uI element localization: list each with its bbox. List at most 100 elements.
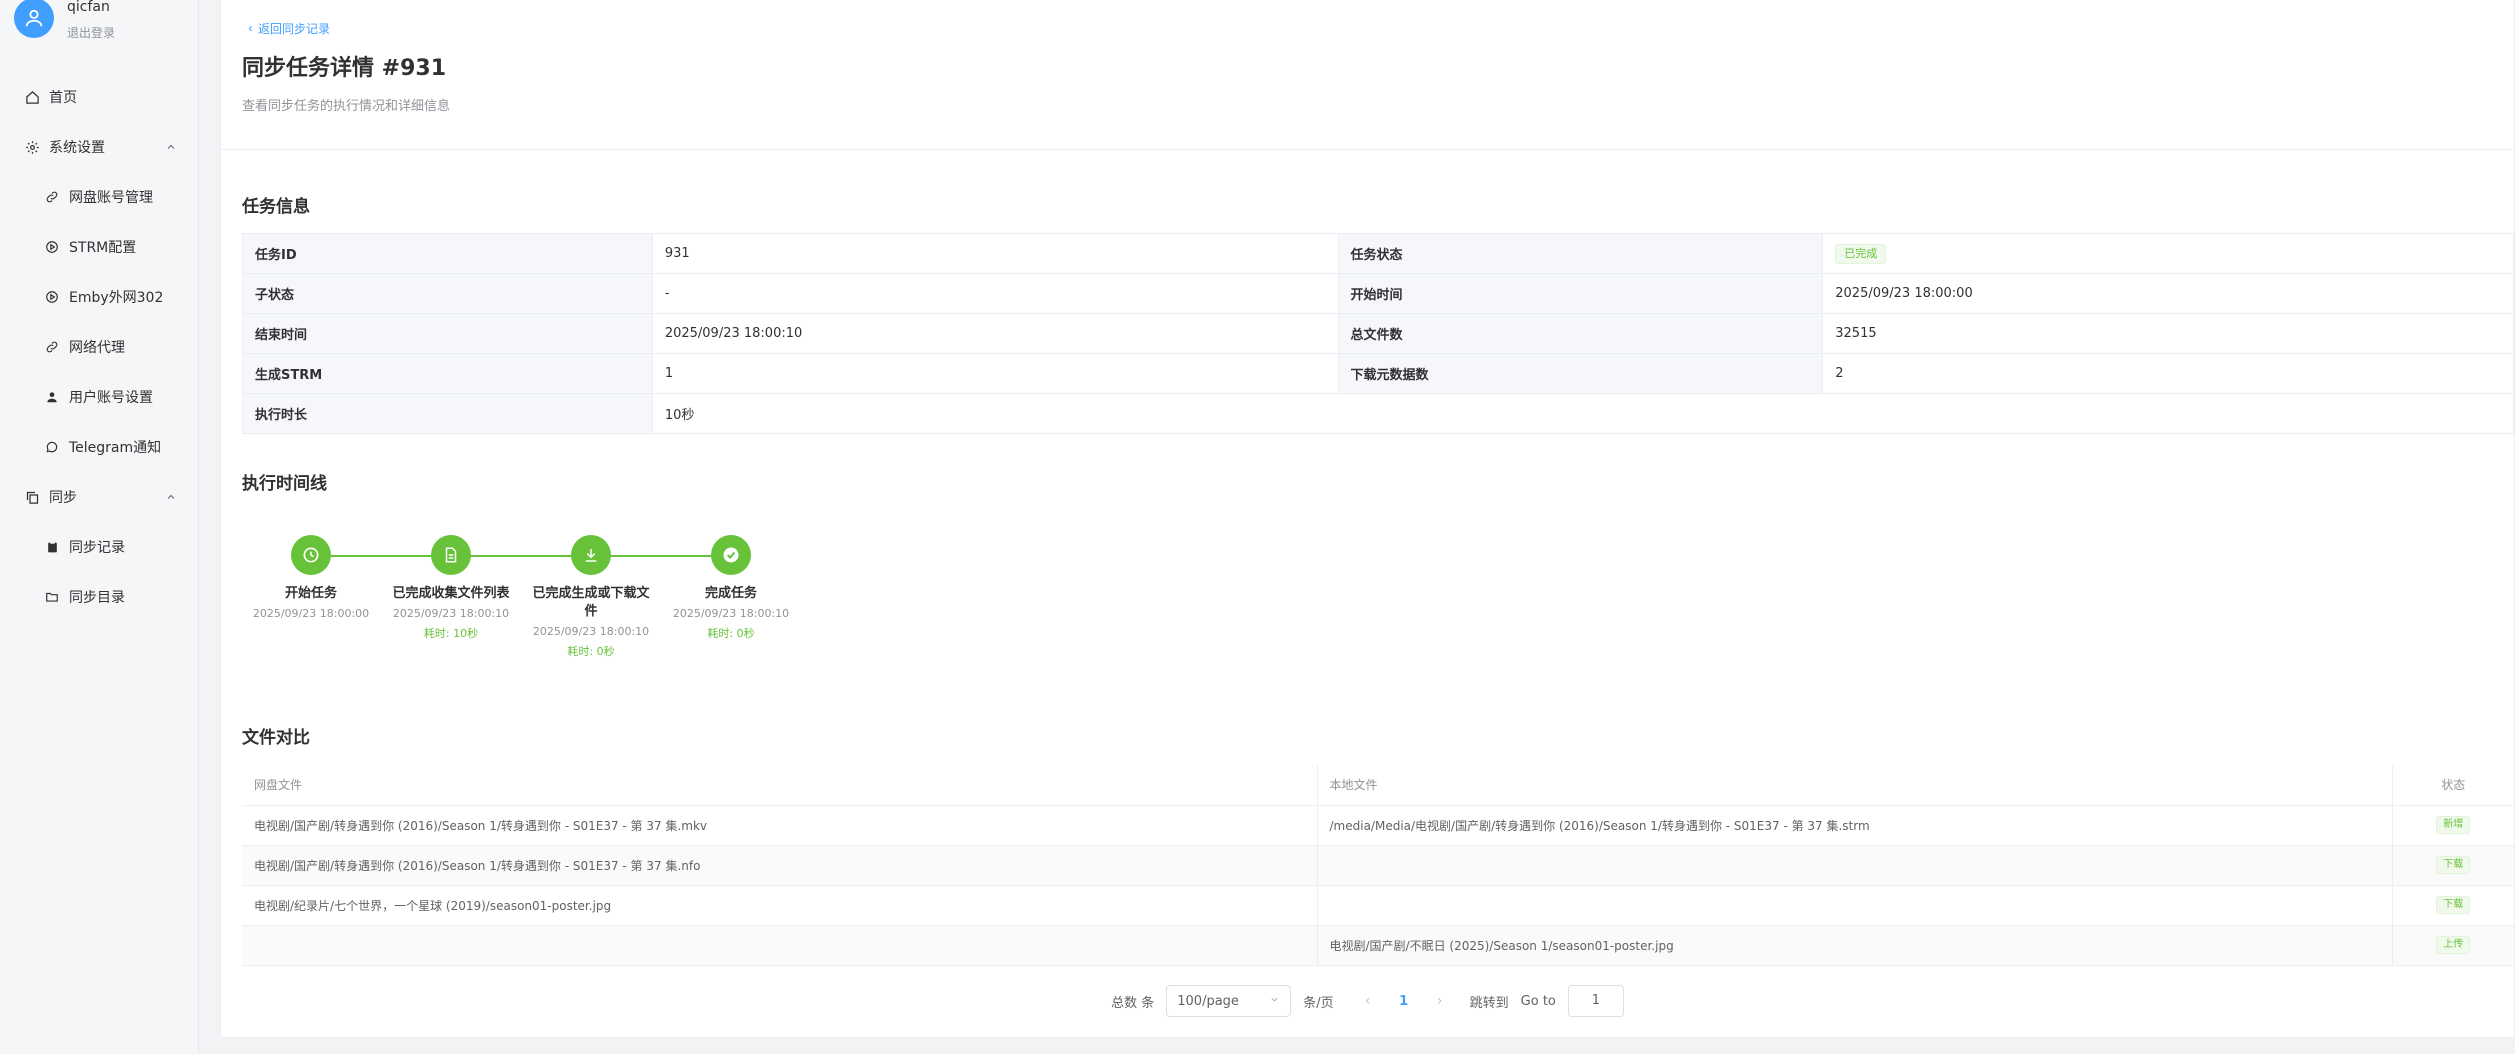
page-size-value: 100/page: [1177, 993, 1239, 1009]
status-cell: 下载: [2392, 885, 2514, 926]
info-row: 生成STRM 1 下载元数据数 2: [242, 353, 2514, 394]
avatar[interactable]: [14, 0, 54, 38]
task-id-label: 任务ID: [242, 233, 653, 274]
local-file-cell: [1317, 885, 2393, 926]
clipboard-icon: [44, 539, 60, 555]
timeline-step: 已完成生成或下载文件 2025/09/23 18:00:10 耗时: 0秒: [531, 535, 651, 659]
table-header-row: 网盘文件 本地文件 状态: [242, 765, 2514, 806]
sidebar-item-settings[interactable]: 系统设置: [0, 122, 199, 172]
local-file-cell: 电视剧/国产剧/不眠日 (2025)/Season 1/season01-pos…: [1317, 925, 2393, 966]
sidebar-item-label: 同步: [49, 490, 77, 506]
sidebar-item-cloud-accounts[interactable]: 网盘账号管理: [0, 172, 199, 222]
timeline-step-time: 2025/09/23 18:00:10: [672, 607, 790, 620]
folder-icon: [44, 589, 60, 605]
document-icon: [431, 535, 471, 575]
status-badge: 已完成: [1835, 243, 1887, 264]
table-row: 电视剧/纪录片/七个世界，一个星球 (2019)/season01-poster…: [242, 885, 2514, 926]
remote-file-cell: 电视剧/国产剧/转身遇到你 (2016)/Season 1/转身遇到你 - S0…: [242, 805, 1318, 846]
remote-file-cell: [242, 925, 1318, 966]
local-file-cell: [1317, 845, 2393, 886]
gear-icon: [24, 139, 40, 155]
chevron-down-icon: [1269, 994, 1280, 1009]
per-page-label: 条/页: [1303, 995, 1334, 1011]
back-link[interactable]: 返回同步记录: [246, 20, 330, 37]
timeline-step-time: 2025/09/23 18:00:10: [532, 625, 650, 638]
clock-icon: [291, 535, 331, 575]
play-circle-icon: [44, 289, 60, 305]
task-id-value: 931: [651, 233, 1339, 274]
meta-count-value: 2: [1822, 353, 2514, 394]
timeline-step-name: 开始任务: [284, 586, 337, 601]
sidebar-item-sync-dirs[interactable]: 同步目录: [0, 572, 199, 622]
sidebar-item-label: 同步记录: [69, 540, 125, 556]
home-icon: [24, 89, 40, 105]
section-title-timeline: 执行时间线: [242, 474, 327, 494]
column-header-local: 本地文件: [1317, 765, 2393, 806]
sidebar-item-telegram[interactable]: Telegram通知: [0, 422, 199, 472]
info-row: 子状态 - 开始时间 2025/09/23 18:00:00: [242, 273, 2514, 314]
end-time-label: 结束时间: [242, 313, 653, 354]
sidebar-item-user-settings[interactable]: 用户账号设置: [0, 372, 199, 422]
chat-icon: [44, 439, 60, 455]
remote-file-cell: 电视剧/国产剧/转身遇到你 (2016)/Season 1/转身遇到你 - S0…: [242, 845, 1318, 886]
page-title: 同步任务详情 #931: [242, 56, 447, 81]
remote-file-cell: 电视剧/纪录片/七个世界，一个星球 (2019)/season01-poster…: [242, 885, 1318, 926]
task-status-label: 任务状态: [1337, 233, 1824, 274]
column-header-status: 状态: [2392, 765, 2514, 806]
goto-label: 跳转到: [1469, 995, 1509, 1011]
start-time-value: 2025/09/23 18:00:00: [1822, 273, 2514, 314]
status-tag: 新增: [2436, 816, 2471, 834]
sidebar-item-label: 网盘账号管理: [69, 190, 153, 206]
copy-icon: [24, 489, 40, 505]
sidebar-item-label: STRM配置: [69, 240, 137, 256]
status-tag: 上传: [2436, 936, 2471, 954]
duration-value: 10秒: [651, 393, 2515, 434]
goto-page-input[interactable]: 1: [1567, 985, 1624, 1017]
user-box: qicfan 退出登录: [14, 0, 115, 42]
sidebar-item-proxy[interactable]: 网络代理: [0, 322, 199, 372]
sidebar-item-emby[interactable]: Emby外网302: [0, 272, 199, 322]
table-row: 电视剧/国产剧/转身遇到你 (2016)/Season 1/转身遇到你 - S0…: [242, 805, 2514, 846]
start-time-label: 开始时间: [1337, 273, 1824, 314]
substatus-label: 子状态: [242, 273, 653, 314]
page-size-select[interactable]: 100/page: [1166, 985, 1292, 1017]
timeline-step-cost: 耗时: 0秒: [707, 627, 755, 640]
timeline-step-cost: 耗时: 10秒: [423, 627, 479, 640]
chevron-left-icon: [246, 24, 255, 33]
timeline-step-time: 2025/09/23 18:00:00: [252, 607, 370, 620]
file-compare-table: 网盘文件 本地文件 状态 电视剧/国产剧/转身遇到你 (2016)/Season…: [242, 765, 2514, 966]
status-cell: 下载: [2392, 845, 2514, 886]
download-icon: [571, 535, 611, 575]
status-cell: 新增: [2392, 805, 2514, 846]
user-avatar-icon: [25, 9, 43, 27]
sidebar-item-label: 网络代理: [69, 340, 125, 356]
chevron-up-icon: [165, 141, 177, 157]
page-number-current[interactable]: 1: [1390, 994, 1418, 1009]
user-icon: [44, 389, 60, 405]
sidebar-item-sync[interactable]: 同步: [0, 472, 199, 522]
table-row: 电视剧/国产剧/转身遇到你 (2016)/Season 1/转身遇到你 - S0…: [242, 845, 2514, 886]
next-page-button[interactable]: ›: [1430, 993, 1450, 1009]
duration-label: 执行时长: [242, 393, 653, 434]
user-meta: qicfan 退出登录: [67, 0, 115, 39]
sidebar-item-sync-records[interactable]: 同步记录: [0, 522, 199, 572]
timeline-step-name: 已完成生成或下载文件: [532, 586, 650, 619]
pagination-total: 总数 条: [1111, 995, 1155, 1011]
pagination: 总数 条 100/page 条/页 ‹ 1 › 跳转到 Go to 1: [221, 985, 2514, 1017]
sidebar-item-home[interactable]: 首页: [0, 72, 199, 122]
play-circle-icon: [44, 239, 60, 255]
info-row: 执行时长 10秒: [242, 393, 2515, 434]
sidebar-item-strm[interactable]: STRM配置: [0, 222, 199, 272]
sidebar: qicfan 退出登录 首页 系统设置 网盘账号管理 STRM配置 Emby外网…: [0, 0, 199, 1054]
logout-link[interactable]: 退出登录: [67, 27, 115, 39]
main-card: 返回同步记录 同步任务详情 #931 查看同步任务的执行情况和详细信息 任务信息…: [220, 0, 2515, 1038]
page-subtitle: 查看同步任务的执行情况和详细信息: [242, 99, 451, 114]
table-row: 电视剧/国产剧/不眠日 (2025)/Season 1/season01-pos…: [242, 925, 2514, 966]
check-circle-icon: [711, 535, 751, 575]
local-file-cell: /media/Media/电视剧/国产剧/转身遇到你 (2016)/Season…: [1317, 805, 2393, 846]
strm-count-label: 生成STRM: [242, 353, 653, 394]
prev-page-button[interactable]: ‹: [1358, 993, 1378, 1009]
timeline-step: 完成任务 2025/09/23 18:00:10 耗时: 0秒: [671, 535, 791, 641]
info-row: 任务ID 931 任务状态 已完成: [242, 233, 2514, 274]
sidebar-item-label: Emby外网302: [69, 290, 164, 306]
